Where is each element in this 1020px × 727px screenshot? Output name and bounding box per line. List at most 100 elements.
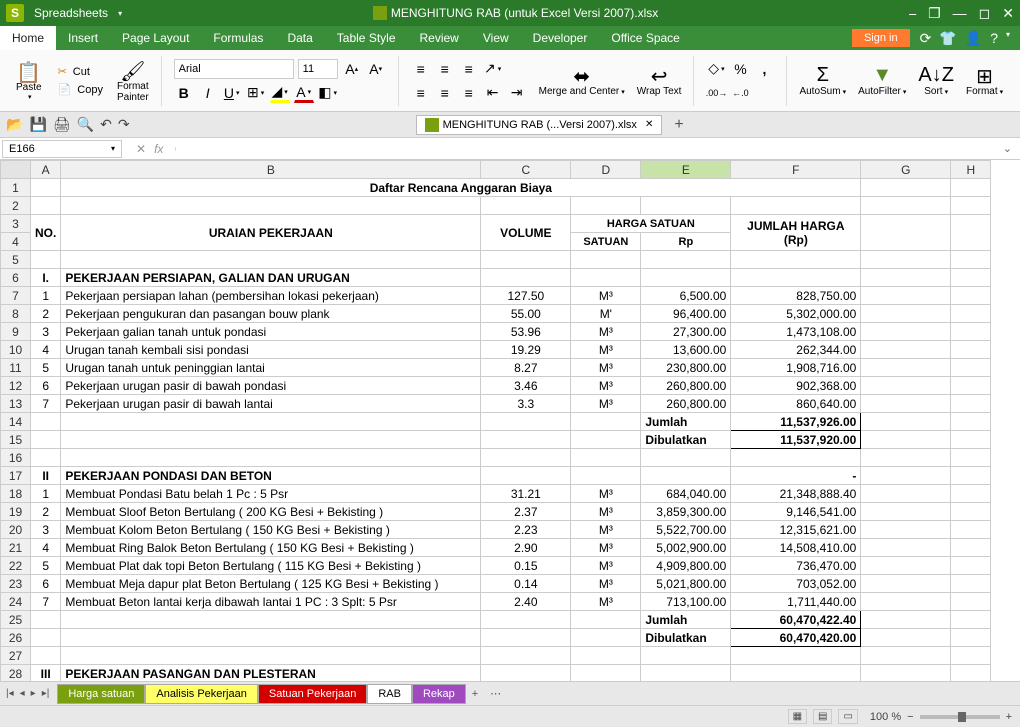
orientation-icon[interactable]: ↗▾ <box>483 59 503 79</box>
menu-tab-office-space[interactable]: Office Space <box>599 26 691 50</box>
menu-tab-developer[interactable]: Developer <box>521 26 600 50</box>
close-tab-icon[interactable]: ✕ <box>645 119 653 130</box>
row-header[interactable]: 17 <box>1 467 31 485</box>
save-icon[interactable]: 💾 <box>29 116 46 133</box>
copy-button[interactable]: Copy <box>75 82 105 98</box>
row-header[interactable]: 7 <box>1 287 31 305</box>
italic-icon[interactable]: I <box>198 83 218 103</box>
underline-icon[interactable]: U▾ <box>222 83 242 103</box>
row-header[interactable]: 3 <box>1 215 31 233</box>
format-painter-button[interactable]: 🖌Format Painter <box>113 57 153 105</box>
menu-tab-data[interactable]: Data <box>275 26 324 50</box>
sheet-tab[interactable]: Satuan Pekerjaan <box>258 684 367 704</box>
col-header[interactable]: D <box>571 161 641 179</box>
menu-tab-formulas[interactable]: Formulas <box>201 26 275 50</box>
merge-center-button[interactable]: ⬌Merge and Center▾ <box>535 62 629 99</box>
row-header[interactable]: 20 <box>1 521 31 539</box>
row-header[interactable]: 5 <box>1 251 31 269</box>
close-icon[interactable]: ✕ <box>1002 5 1014 22</box>
row-header[interactable]: 28 <box>1 665 31 682</box>
sheet-tab[interactable]: Rekap <box>412 684 466 704</box>
restore-icon[interactable]: ❐ <box>928 5 941 22</box>
paste-button[interactable]: 📋Paste▾ <box>12 58 46 103</box>
row-header[interactable]: 12 <box>1 377 31 395</box>
zoom-value[interactable]: 100 % <box>870 711 901 723</box>
help-icon[interactable]: ? <box>990 30 998 47</box>
cancel-formula-icon[interactable]: ✕ <box>136 142 146 156</box>
autosum-button[interactable]: ΣAutoSum▾ <box>795 62 850 99</box>
row-header[interactable]: 21 <box>1 539 31 557</box>
comma-icon[interactable]: , <box>754 59 774 79</box>
percent-icon[interactable]: % <box>730 59 750 79</box>
cut-icon[interactable]: ✂ <box>58 65 67 78</box>
col-header[interactable]: A <box>31 161 61 179</box>
cut-button[interactable]: Cut <box>71 64 92 80</box>
copy-icon[interactable]: 📄 <box>58 83 72 96</box>
row-header[interactable]: 9 <box>1 323 31 341</box>
format-button[interactable]: ⊞Format▾ <box>962 62 1007 99</box>
undo-icon[interactable]: ↶ <box>100 116 112 133</box>
new-tab-button[interactable]: + <box>674 116 683 134</box>
user-icon[interactable]: 👤 <box>965 30 982 47</box>
row-header[interactable]: 18 <box>1 485 31 503</box>
normal-view-icon[interactable]: ▦ <box>788 709 807 724</box>
bold-icon[interactable]: B <box>174 83 194 103</box>
page-view-icon[interactable]: ▤ <box>813 709 832 724</box>
autofilter-button[interactable]: ▼AutoFilter▾ <box>854 62 910 99</box>
zoom-out-icon[interactable]: − <box>907 711 913 723</box>
cell-style-icon[interactable]: ◧▾ <box>318 83 338 103</box>
increase-indent-icon[interactable]: ⇥ <box>507 83 527 103</box>
menu-tab-page-layout[interactable]: Page Layout <box>110 26 201 50</box>
formula-input[interactable] <box>175 147 994 151</box>
align-center-icon[interactable]: ≡ <box>435 83 455 103</box>
minimize-icon[interactable]: ⎯ <box>909 5 916 22</box>
row-header[interactable]: 2 <box>1 197 31 215</box>
row-header[interactable]: 13 <box>1 395 31 413</box>
maximize-icon[interactable]: ◻ <box>979 5 991 22</box>
sheet-options-icon[interactable]: ⋯ <box>484 685 507 702</box>
sort-button[interactable]: A↓ZSort▾ <box>914 62 958 99</box>
font-size-combo[interactable] <box>298 59 338 79</box>
row-header[interactable]: 11 <box>1 359 31 377</box>
menu-tab-view[interactable]: View <box>471 26 521 50</box>
menu-tab-insert[interactable]: Insert <box>56 26 110 50</box>
wrap-text-button[interactable]: ↩Wrap Text <box>633 62 686 99</box>
row-header[interactable]: 15 <box>1 431 31 449</box>
col-header[interactable]: G <box>861 161 951 179</box>
decrease-decimal-icon[interactable]: ←.0 <box>730 83 750 103</box>
next-sheet-icon[interactable]: ▸ <box>29 688 38 699</box>
col-header[interactable]: B <box>61 161 481 179</box>
shirt-icon[interactable]: 👕 <box>939 30 956 47</box>
minimize2-icon[interactable]: — <box>953 5 967 22</box>
row-header[interactable]: 8 <box>1 305 31 323</box>
borders-icon[interactable]: ⊞▾ <box>246 83 266 103</box>
font-family-combo[interactable] <box>174 59 294 79</box>
align-right-icon[interactable]: ≡ <box>459 83 479 103</box>
chevron-down-icon[interactable]: ▾ <box>1006 30 1010 47</box>
align-top-icon[interactable]: ≡ <box>411 59 431 79</box>
align-bottom-icon[interactable]: ≡ <box>459 59 479 79</box>
menu-tab-review[interactable]: Review <box>408 26 471 50</box>
last-sheet-icon[interactable]: ▸| <box>40 688 52 699</box>
row-header[interactable]: 10 <box>1 341 31 359</box>
app-name[interactable]: Spreadsheets <box>28 4 114 22</box>
row-header[interactable]: 16 <box>1 449 31 467</box>
row-header[interactable]: 26 <box>1 629 31 647</box>
decrease-font-icon[interactable]: A▾ <box>366 59 386 79</box>
insert-function-icon[interactable]: fx <box>154 142 163 156</box>
menu-tab-table-style[interactable]: Table Style <box>325 26 408 50</box>
zoom-slider[interactable] <box>920 715 1000 719</box>
row-header[interactable]: 25 <box>1 611 31 629</box>
prev-sheet-icon[interactable]: ◂ <box>18 688 27 699</box>
row-header[interactable]: 27 <box>1 647 31 665</box>
col-header[interactable]: E <box>641 161 731 179</box>
print-icon[interactable]: 🖨 <box>53 116 71 133</box>
currency-icon[interactable]: ◇▾ <box>706 59 726 79</box>
add-sheet-button[interactable]: + <box>466 686 484 702</box>
row-header[interactable]: 24 <box>1 593 31 611</box>
reading-view-icon[interactable]: ▭ <box>838 709 857 724</box>
font-color-icon[interactable]: A▾ <box>294 83 314 103</box>
increase-decimal-icon[interactable]: .00→ <box>706 83 726 103</box>
row-header[interactable]: 19 <box>1 503 31 521</box>
row-header[interactable]: 14 <box>1 413 31 431</box>
